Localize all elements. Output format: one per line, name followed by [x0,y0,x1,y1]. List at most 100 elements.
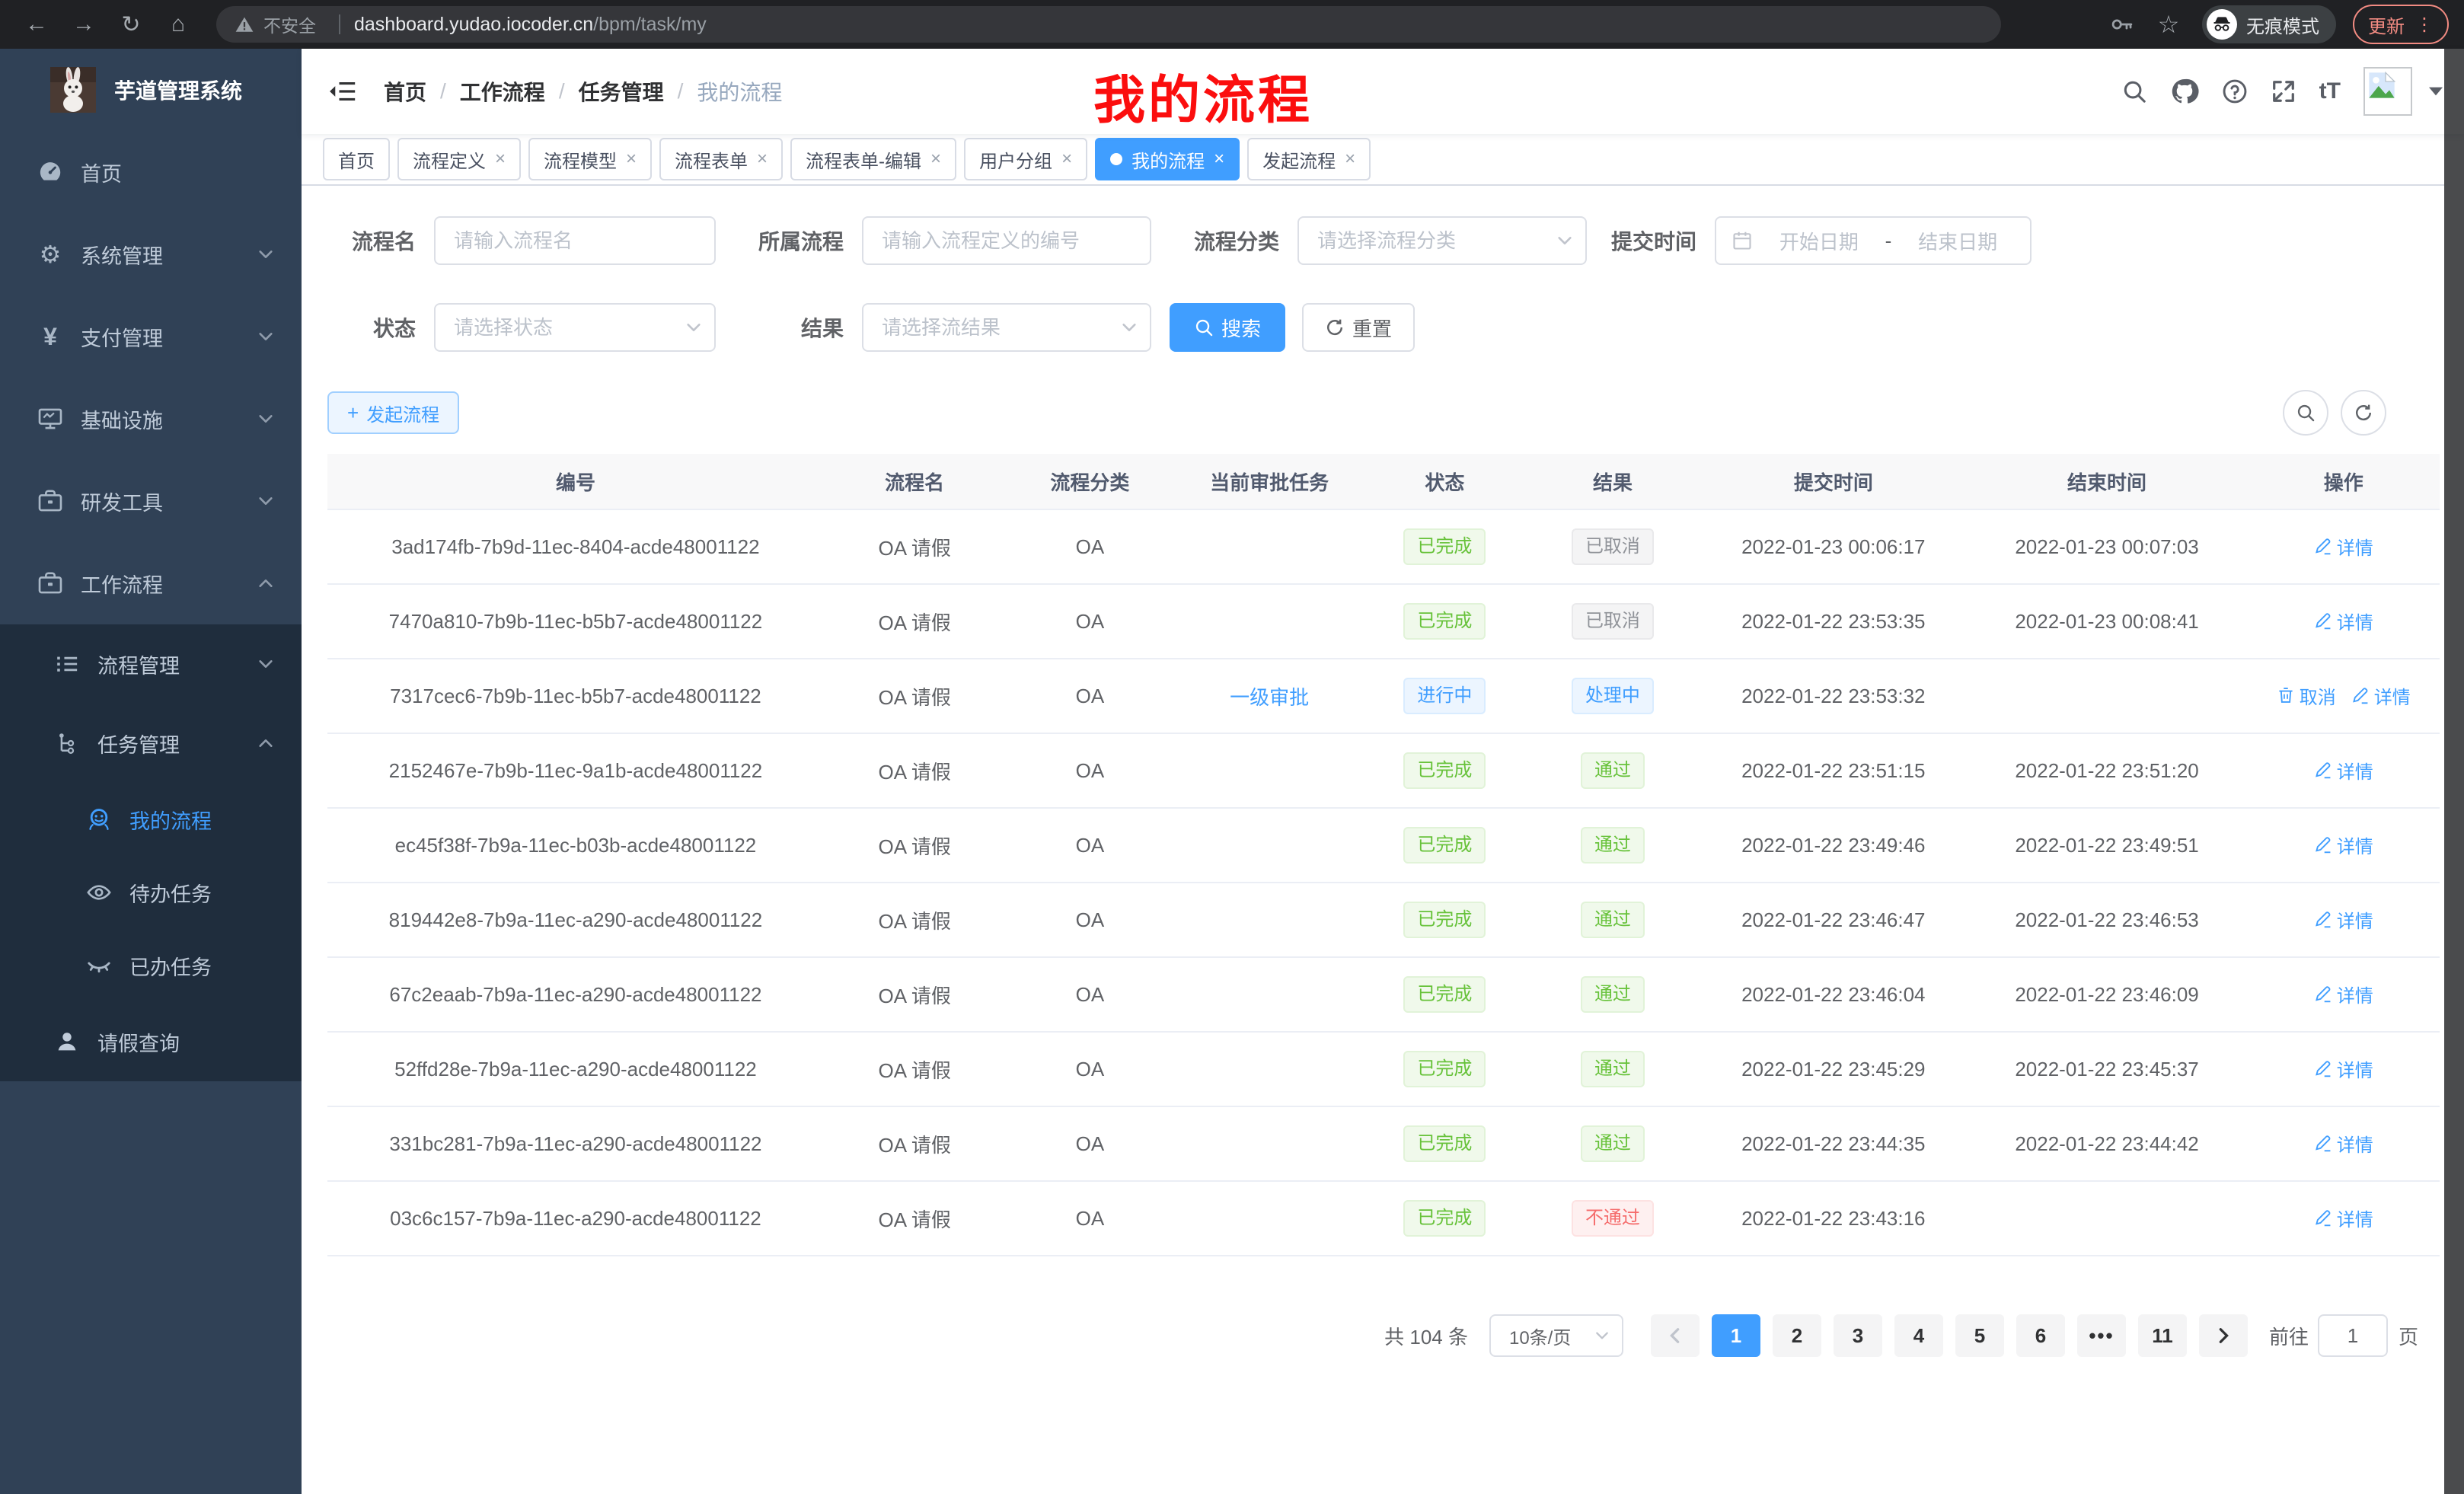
page-button-6[interactable]: 6 [2016,1314,2065,1357]
cell-task [1174,733,1364,808]
toggle-search-button[interactable] [2283,390,2328,436]
pencil-icon [2314,611,2332,630]
detail-link[interactable]: 详情 [2314,1205,2373,1231]
cell-id: 03c6c157-7b9a-11ec-a290-acde48001122 [327,1181,824,1256]
home-icon[interactable]: ⌂ [161,8,195,41]
page-size-select[interactable] [1489,1314,1623,1357]
sidebar-item-workflow[interactable]: 工作流程 [0,542,302,624]
page-button-4[interactable]: 4 [1894,1314,1943,1357]
tab-my-process[interactable]: 我的流程 × [1095,138,1240,180]
result-value[interactable] [862,303,1151,352]
start-process-button[interactable]: + 发起流程 [327,391,459,434]
sidebar-item-process-mgmt[interactable]: 流程管理 [0,624,302,704]
sidebar-collapse-icon[interactable] [323,72,362,111]
page-button-2[interactable]: 2 [1773,1314,1821,1357]
close-icon[interactable]: × [626,148,637,170]
current-task-link[interactable]: 一级审批 [1230,686,1309,709]
process-definition-input[interactable] [862,216,1151,265]
key-icon[interactable] [2109,11,2135,37]
avatar[interactable] [2363,67,2412,116]
cell-end-time: 2022-01-23 00:07:03 [1967,509,2248,584]
page-button-3[interactable]: 3 [1834,1314,1882,1357]
sidebar-item-infra[interactable]: 基础设施 [0,378,302,460]
update-button[interactable]: 更新 ⋮ [2353,5,2449,44]
detail-link[interactable]: 详情 [2314,981,2373,1007]
reload-icon[interactable]: ↻ [114,8,148,41]
sidebar-item-leave-query[interactable]: 请假查询 [0,1002,302,1081]
github-icon[interactable] [2170,77,2199,106]
detail-link[interactable]: 详情 [2314,1130,2373,1157]
more-pages-button[interactable]: ••• [2077,1314,2126,1357]
close-icon[interactable]: × [495,148,506,170]
detail-link[interactable]: 详情 [2314,906,2373,933]
sidebar-item-payment[interactable]: ¥ 支付管理 [0,295,302,378]
sidebar-item-devtools[interactable]: 研发工具 [0,460,302,542]
reset-button[interactable]: 重置 [1302,303,1415,352]
tab-process-form[interactable]: 流程表单 × [659,138,783,180]
close-icon[interactable]: × [757,148,768,170]
close-icon[interactable]: × [930,148,941,170]
start-date-placeholder[interactable]: 开始日期 [1762,227,1876,255]
page-button-1[interactable]: 1 [1712,1314,1760,1357]
close-icon[interactable]: × [1061,148,1072,170]
goto-page-input[interactable] [2318,1314,2388,1357]
table-header-row: 编号 流程名 流程分类 当前审批任务 状态 结果 提交时间 结束时间 操作 [327,454,2440,509]
help-icon[interactable] [2222,78,2248,104]
search-button-label: 搜索 [1221,314,1261,342]
sidebar-item-system[interactable]: ⚙ 系统管理 [0,213,302,295]
table-row: 819442e8-7b9a-11ec-a290-acde48001122 OA … [327,883,2440,957]
status-value[interactable] [434,303,716,352]
prev-page-button[interactable] [1651,1314,1700,1357]
end-date-placeholder[interactable]: 结束日期 [1901,227,2015,255]
browser-menu-icon[interactable]: ⋮ [2415,14,2434,36]
close-icon[interactable]: × [1214,148,1224,170]
bookmark-star-icon[interactable]: ☆ [2152,8,2185,41]
sidebar-item-task-mgmt[interactable]: 任务管理 [0,704,302,783]
sidebar-item-my-process[interactable]: 我的流程 [0,783,302,856]
sidebar-item-home[interactable]: 首页 [0,131,302,213]
page-button-11[interactable]: 11 [2138,1314,2187,1357]
close-icon[interactable]: × [1345,148,1355,170]
breadcrumb-item[interactable]: 工作流程 [460,76,545,107]
breadcrumb-item[interactable]: 首页 [384,76,426,107]
col-header-task: 当前审批任务 [1174,454,1364,509]
fullscreen-icon[interactable] [2271,78,2296,104]
search-button[interactable]: 搜索 [1170,303,1285,352]
detail-link[interactable]: 详情 [2351,682,2411,709]
detail-link[interactable]: 详情 [2314,832,2373,858]
process-category-select[interactable] [1297,216,1587,265]
detail-link[interactable]: 详情 [2314,533,2373,560]
tab-start-process[interactable]: 发起流程 × [1247,138,1371,180]
result-select[interactable] [862,303,1151,352]
next-page-button[interactable] [2199,1314,2248,1357]
status-select[interactable] [434,303,716,352]
process-category-value[interactable] [1297,216,1587,265]
font-size-icon[interactable]: tT [2319,78,2341,104]
window-scrollbar[interactable] [2444,49,2464,1494]
page-button-5[interactable]: 5 [1955,1314,2004,1357]
cancel-link[interactable]: 取消 [2277,682,2336,709]
result-badge: 通过 [1581,1051,1645,1087]
process-name-label: 流程名 [327,225,416,256]
tab-process-model[interactable]: 流程模型 × [528,138,652,180]
cell-submit-time: 2022-01-22 23:53:35 [1700,584,1967,659]
sidebar-item-todo-tasks[interactable]: 待办任务 [0,856,302,929]
tab-process-definition[interactable]: 流程定义 × [397,138,521,180]
search-icon[interactable] [2121,78,2147,104]
breadcrumb-item[interactable]: 任务管理 [579,76,664,107]
tab-user-group[interactable]: 用户分组 × [964,138,1087,180]
detail-link[interactable]: 详情 [2314,608,2373,634]
refresh-table-button[interactable] [2341,390,2386,436]
back-icon[interactable]: ← [20,8,53,41]
forward-icon[interactable]: → [67,8,101,41]
sidebar-item-done-tasks[interactable]: 已办任务 [0,929,302,1002]
tab-home[interactable]: 首页 [323,138,390,180]
detail-link[interactable]: 详情 [2314,757,2373,784]
avatar-caret-icon[interactable] [2429,87,2443,96]
detail-link[interactable]: 详情 [2314,1055,2373,1082]
address-bar[interactable]: 不安全 dashboard.yudao.iocoder.cn/bpm/task/… [216,6,2001,43]
page-size-value[interactable] [1489,1314,1623,1357]
tab-process-form-edit[interactable]: 流程表单-编辑 × [790,138,956,180]
process-name-input[interactable] [434,216,716,265]
date-range-picker[interactable]: 开始日期 - 结束日期 [1715,216,2032,265]
